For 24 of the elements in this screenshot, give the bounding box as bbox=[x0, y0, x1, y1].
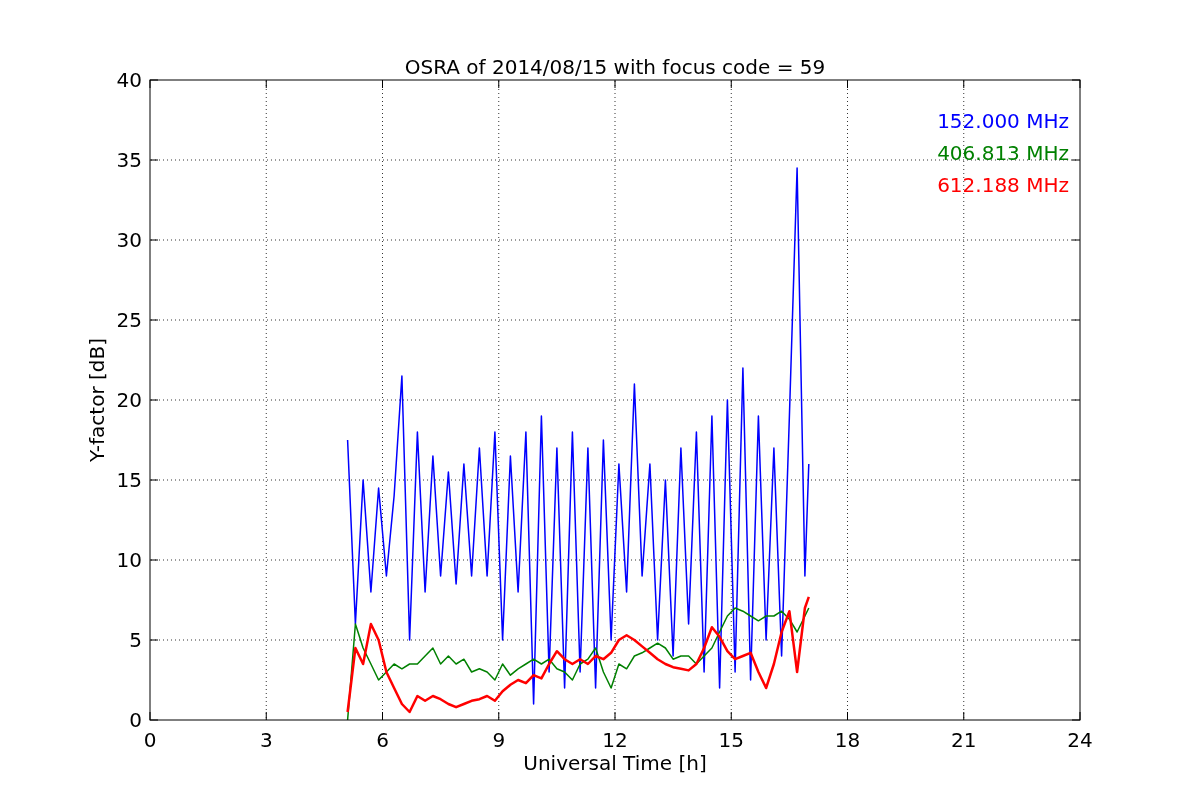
x-tick-label: 6 bbox=[376, 728, 389, 752]
y-tick-label: 20 bbox=[116, 388, 142, 412]
x-tick-label: 12 bbox=[602, 728, 628, 752]
y-tick-label: 5 bbox=[129, 628, 142, 652]
y-tick-label: 40 bbox=[116, 68, 142, 92]
x-axis-label: Universal Time [h] bbox=[523, 751, 707, 775]
y-axis-label: Y-factor [dB] bbox=[85, 338, 109, 462]
legend-label: 612.188 MHz bbox=[937, 173, 1069, 197]
x-tick-label: 21 bbox=[951, 728, 977, 752]
legend-label: 406.813 MHz bbox=[937, 141, 1069, 165]
x-tick-label: 9 bbox=[492, 728, 506, 752]
x-tick-label: 18 bbox=[834, 728, 861, 752]
y-tick-label: 0 bbox=[129, 708, 142, 732]
x-tick-label: 15 bbox=[718, 728, 744, 752]
x-tick-label: 0 bbox=[143, 728, 157, 752]
y-tick-label: 35 bbox=[116, 148, 142, 172]
y-tick-label: 10 bbox=[116, 548, 142, 572]
y-tick-label: 25 bbox=[116, 308, 142, 332]
chart-title: OSRA of 2014/08/15 with focus code = 59 bbox=[404, 55, 826, 79]
x-tick-label: 3 bbox=[259, 728, 273, 752]
y-tick-label: 30 bbox=[116, 228, 142, 252]
y-tick-label: 15 bbox=[116, 468, 142, 492]
legend-label: 152.000 MHz bbox=[937, 109, 1069, 133]
x-tick-label: 24 bbox=[1067, 728, 1093, 752]
